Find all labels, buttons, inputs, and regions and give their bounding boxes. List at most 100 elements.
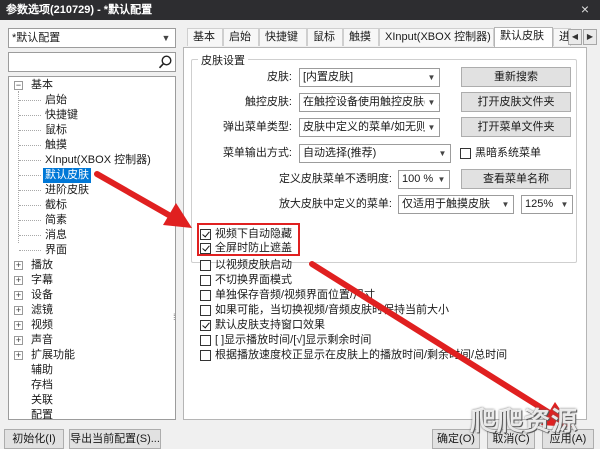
chevron-down-icon: ▼ bbox=[161, 33, 171, 43]
tree-item[interactable]: 触摸 bbox=[9, 138, 169, 153]
tree-item[interactable]: + 视频 bbox=[9, 318, 169, 333]
tree-item-label: 快捷键 bbox=[45, 109, 78, 121]
tree-item[interactable]: 配置 bbox=[9, 408, 169, 419]
checkbox-box[interactable] bbox=[200, 305, 211, 316]
tree-item[interactable]: 消息 bbox=[9, 228, 169, 243]
expand-icon[interactable]: + bbox=[14, 261, 23, 270]
tree-item-label: 消息 bbox=[45, 229, 67, 241]
tree-item[interactable]: 鼠标 bbox=[9, 123, 169, 138]
checkbox-box[interactable] bbox=[200, 320, 211, 331]
tree-branch-line bbox=[19, 100, 41, 101]
tab[interactable]: 触摸 bbox=[343, 28, 379, 46]
tab[interactable]: 快捷键 bbox=[259, 28, 307, 46]
tree-item[interactable]: 默认皮肤 bbox=[9, 168, 169, 183]
tree-item[interactable]: 截标 bbox=[9, 198, 169, 213]
opacity-select-value: 100 % bbox=[402, 173, 434, 185]
tree-item[interactable]: + 设备 bbox=[9, 288, 169, 303]
option-label: [ ]显示播放时间/[√]显示剩余时间 bbox=[215, 334, 372, 346]
tab-scroll-left-icon[interactable]: ◀ bbox=[568, 29, 582, 45]
tree-item[interactable]: 存档 bbox=[9, 378, 169, 393]
expand-icon[interactable]: + bbox=[14, 336, 23, 345]
tree-item[interactable]: 关联 bbox=[9, 393, 169, 408]
group-title: 皮肤设置 bbox=[198, 52, 248, 68]
tree-item[interactable]: + 字幕 bbox=[9, 273, 169, 288]
preset-select[interactable]: *默认配置 ▼ bbox=[8, 28, 176, 48]
chevron-down-icon: ▼ bbox=[425, 119, 438, 136]
checkbox-box[interactable] bbox=[460, 148, 471, 159]
preset-select-value: *默认配置 bbox=[12, 32, 61, 44]
tree-item[interactable]: 进阶皮肤 bbox=[9, 183, 169, 198]
checkbox-box[interactable] bbox=[200, 335, 211, 346]
touch-skin-select[interactable]: 在触控设备使用触控皮肤(推 ▼ bbox=[299, 93, 440, 112]
tree-item[interactable]: XInput(XBOX 控制器) bbox=[9, 153, 169, 168]
option-label: 默认皮肤支持窗口效果 bbox=[215, 319, 325, 331]
popup-menu-select-value: 皮肤中定义的菜单/如无则默 bbox=[303, 121, 439, 133]
annotation-highlight-box bbox=[197, 223, 300, 256]
zoom-mode-select-value: 仅适用于触摸皮肤 bbox=[402, 198, 490, 210]
research-button[interactable]: 重新搜索 bbox=[461, 67, 571, 87]
open-skin-folder-button[interactable]: 打开皮肤文件夹 bbox=[461, 92, 571, 112]
init-button[interactable]: 初始化(I) bbox=[4, 429, 64, 449]
tab[interactable]: 默认皮肤 bbox=[494, 27, 553, 47]
tab[interactable]: 鼠标 bbox=[307, 28, 343, 46]
view-menu-names-button[interactable]: 查看菜单名称 bbox=[461, 169, 571, 189]
search-input[interactable] bbox=[8, 52, 176, 72]
checkbox-box[interactable] bbox=[200, 350, 211, 361]
chevron-down-icon: ▼ bbox=[499, 196, 512, 213]
tree-item[interactable]: 简素 bbox=[9, 213, 169, 228]
tree-item-label: 存档 bbox=[31, 379, 53, 391]
tree-item-label: 启始 bbox=[45, 94, 67, 106]
tab-scroll-right-icon[interactable]: ▶ bbox=[583, 29, 597, 45]
search-icon[interactable] bbox=[157, 54, 174, 70]
tree-item[interactable]: 界面 bbox=[9, 243, 169, 258]
tree-item-label: 鼠标 bbox=[45, 124, 67, 136]
tree-item-label: XInput(XBOX 控制器) bbox=[45, 154, 151, 166]
tree-item[interactable]: 辅助 bbox=[9, 363, 169, 378]
tree-item-label: 截标 bbox=[45, 199, 67, 211]
menu-output-select[interactable]: 自动选择(推荐) ▼ bbox=[299, 144, 451, 163]
window-title: 参数选项(210729) - *默认配置 bbox=[6, 4, 153, 16]
tree-item[interactable]: − 基本 bbox=[9, 78, 169, 93]
tree-item[interactable]: + 滤镜 bbox=[9, 303, 169, 318]
tab[interactable]: XInput(XBOX 控制器) bbox=[379, 28, 494, 46]
option-label: 以视频皮肤启动 bbox=[215, 259, 292, 271]
tree-item-label: 进阶皮肤 bbox=[45, 184, 89, 196]
popup-menu-select[interactable]: 皮肤中定义的菜单/如无则默 ▼ bbox=[299, 118, 440, 137]
tree-item-label: 关联 bbox=[31, 394, 53, 406]
settings-tree[interactable]: ⁞ − 基本 启始 快捷键 鼠标 触摸 XInput(XBOX 控制器) 默认皮肤 进阶皮肤 截标… bbox=[8, 76, 176, 420]
opacity-select[interactable]: 100 % ▼ bbox=[398, 170, 450, 189]
collapse-icon[interactable]: − bbox=[14, 81, 23, 90]
tree-item-label: 界面 bbox=[45, 244, 67, 256]
skin-select[interactable]: [内置皮肤] ▼ bbox=[299, 68, 440, 87]
tree-item-label: 基本 bbox=[31, 79, 53, 91]
expand-icon[interactable]: + bbox=[14, 291, 23, 300]
chevron-down-icon: ▼ bbox=[435, 171, 448, 188]
expand-icon[interactable]: + bbox=[14, 351, 23, 360]
checkbox-box[interactable] bbox=[200, 260, 211, 271]
tree-item[interactable]: + 扩展功能 bbox=[9, 348, 169, 363]
open-menu-folder-button[interactable]: 打开菜单文件夹 bbox=[461, 117, 571, 137]
tree-item-label: 视频 bbox=[31, 319, 53, 331]
scroll-grip-icon[interactable]: ⁞ bbox=[173, 312, 175, 322]
checkbox-box[interactable] bbox=[200, 275, 211, 286]
popup-menu-label: 弹出菜单类型: bbox=[222, 121, 292, 133]
expand-icon[interactable]: + bbox=[14, 276, 23, 285]
tab[interactable]: 启始 bbox=[223, 28, 259, 46]
tree-item[interactable]: 快捷键 bbox=[9, 108, 169, 123]
expand-icon[interactable]: + bbox=[14, 321, 23, 330]
tree-item[interactable]: + 播放 bbox=[9, 258, 169, 273]
zoom-percent-select[interactable]: 125% ▼ bbox=[521, 195, 573, 214]
zoom-menu-label: 放大皮肤中定义的菜单: bbox=[278, 198, 392, 210]
zoom-percent-select-value: 125% bbox=[525, 198, 554, 210]
option-label: 单独保存音频/视频界面位置/尺寸 bbox=[215, 289, 376, 301]
tree-branch-line bbox=[19, 250, 41, 251]
zoom-mode-select[interactable]: 仅适用于触摸皮肤 ▼ bbox=[398, 195, 514, 214]
tree-branch-line bbox=[19, 190, 41, 191]
expand-icon[interactable]: + bbox=[14, 306, 23, 315]
close-icon[interactable]: × bbox=[570, 0, 600, 20]
export-config-button[interactable]: 导出当前配置(S)... bbox=[69, 429, 161, 449]
checkbox-box[interactable] bbox=[200, 290, 211, 301]
tree-item[interactable]: 启始 bbox=[9, 93, 169, 108]
tab[interactable]: 基本 bbox=[187, 28, 223, 46]
tree-item[interactable]: + 声音 bbox=[9, 333, 169, 348]
